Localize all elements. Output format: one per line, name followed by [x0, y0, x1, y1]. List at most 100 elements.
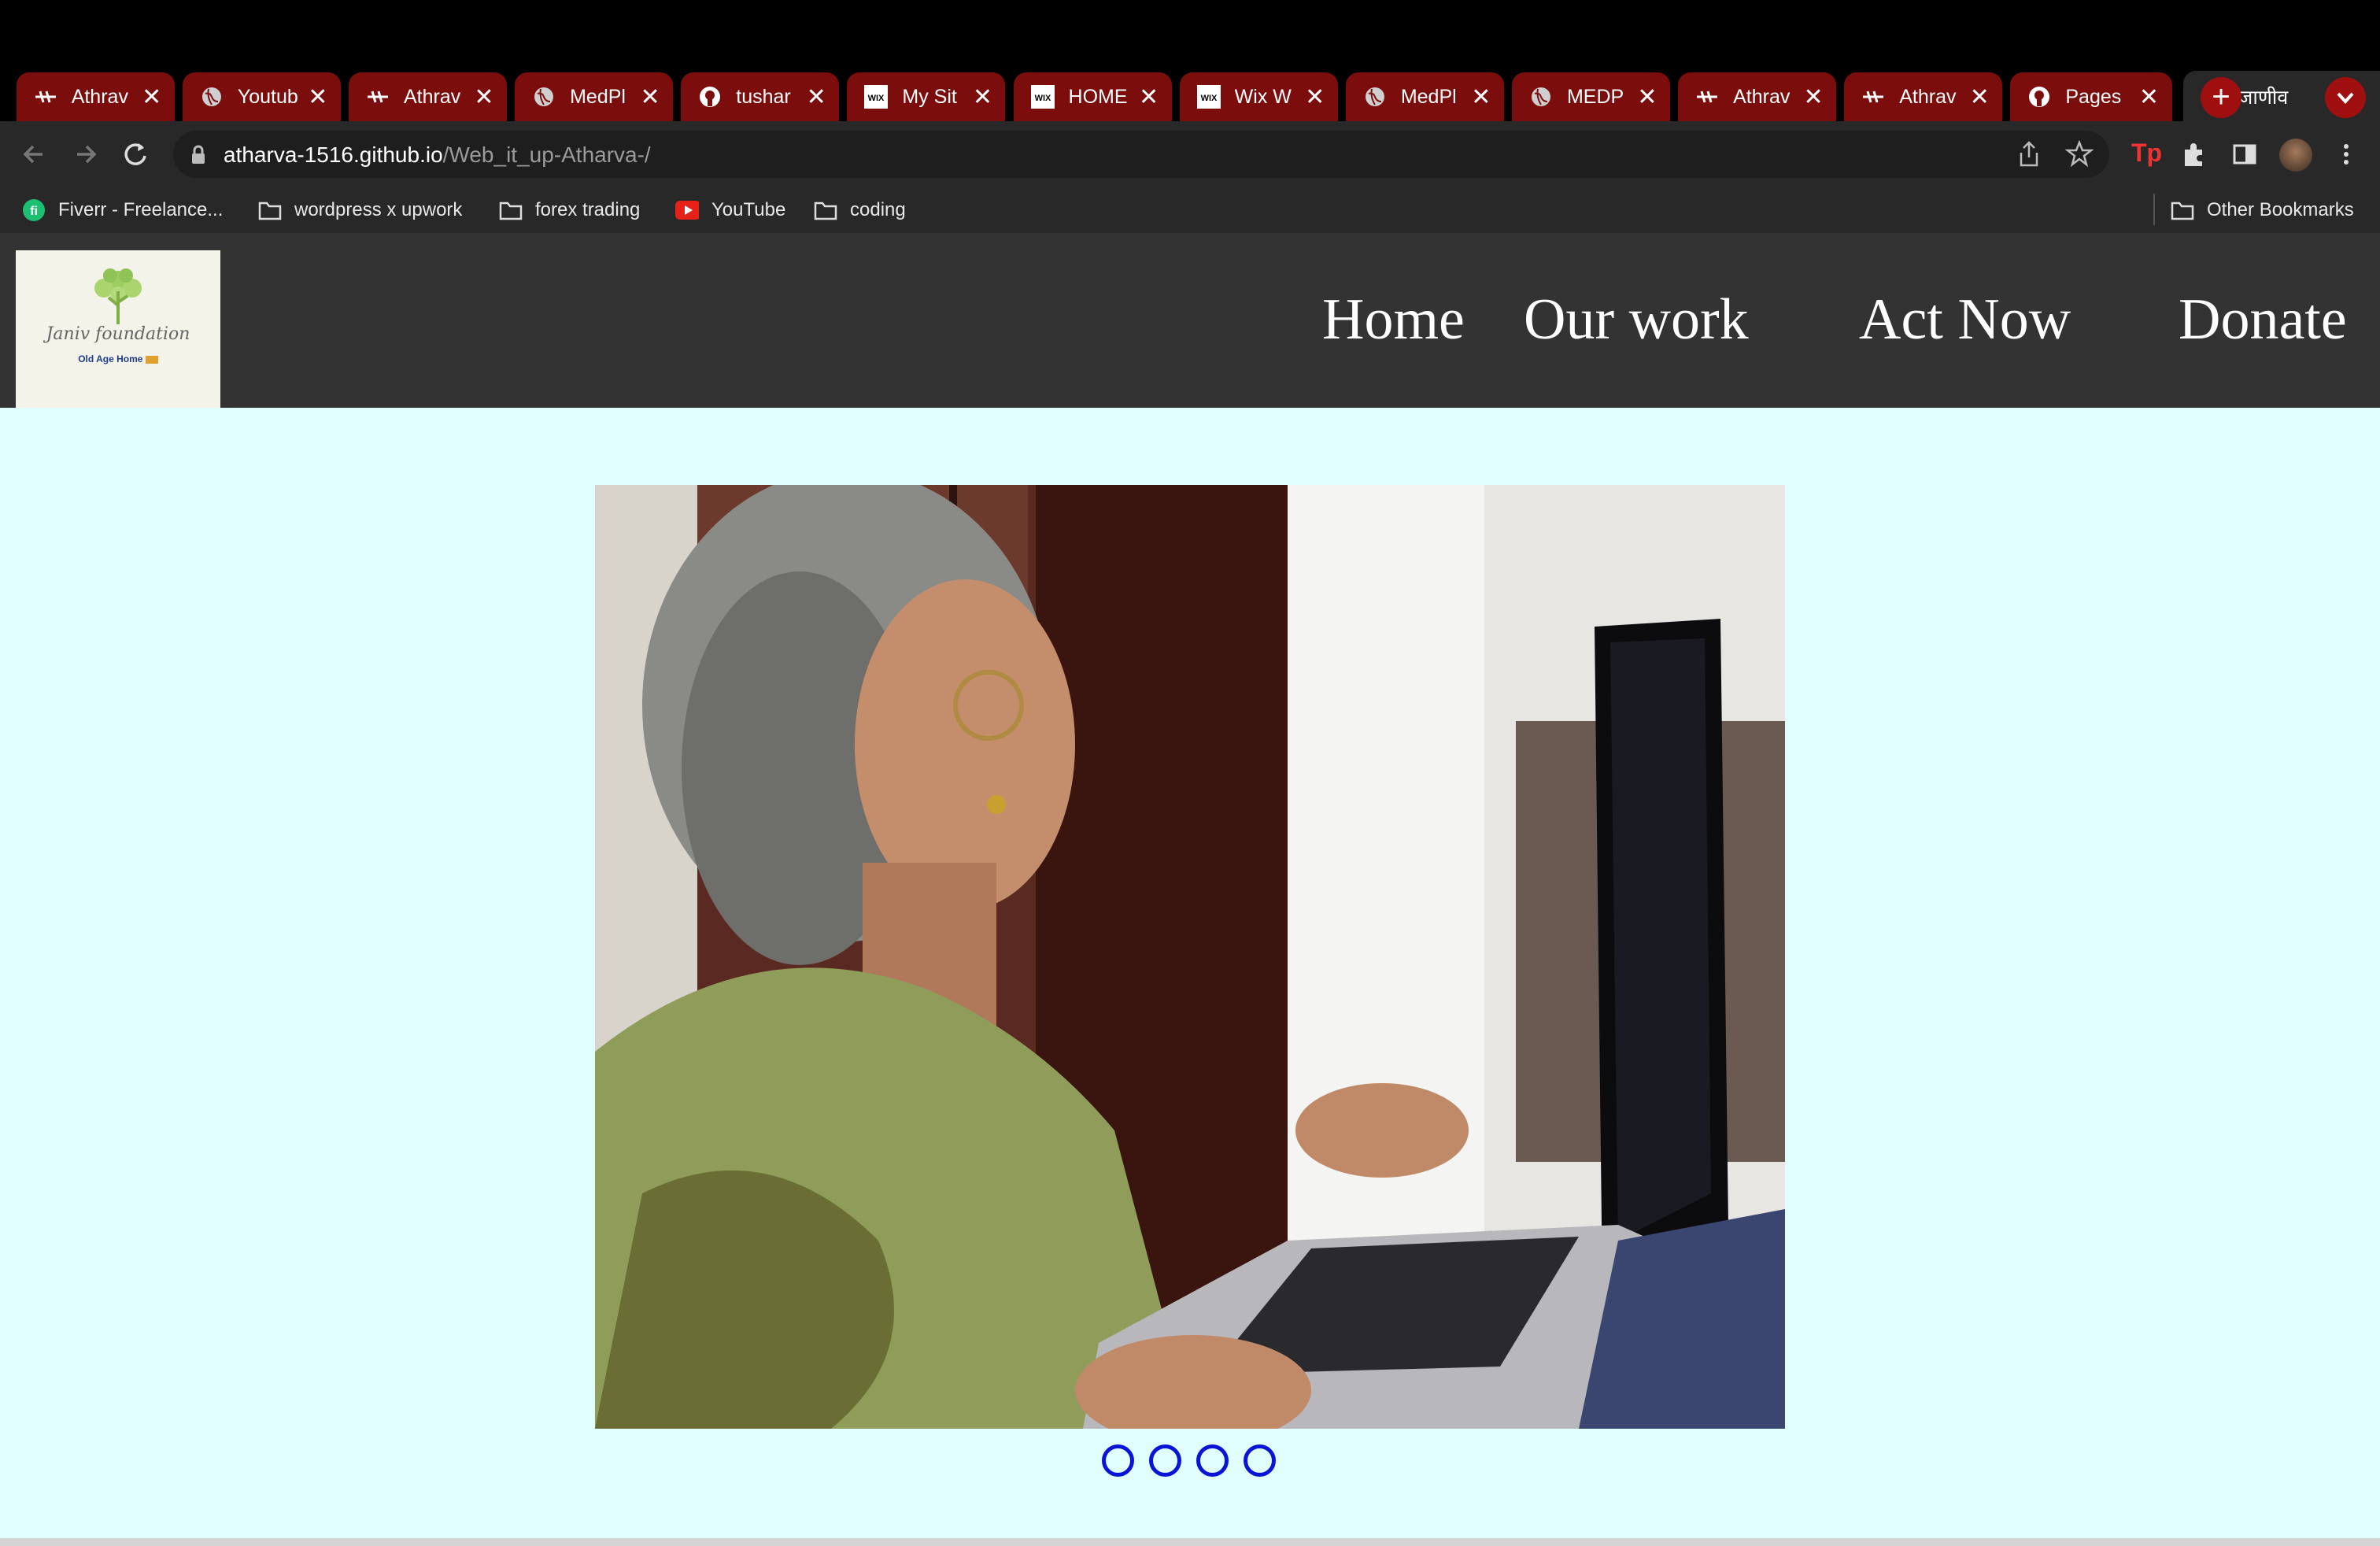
slideshow-image	[595, 485, 1785, 1429]
close-icon[interactable]: ✕	[970, 83, 994, 111]
side-panel-icon[interactable]	[2230, 140, 2259, 168]
tab-title: Athrav	[1899, 85, 1957, 108]
globe-icon	[1529, 85, 1553, 109]
tab-0[interactable]: Athrav ✕	[16, 72, 175, 121]
bookmark-label: wordpress x upwork	[294, 199, 463, 220]
bookmark-0[interactable]: fi Fiverr - Freelance...	[22, 197, 223, 224]
tab-10[interactable]: Athrav ✕	[1678, 72, 1837, 121]
tab-1[interactable]: Youtub ✕	[182, 72, 341, 121]
fiverr-icon: fi	[22, 198, 46, 222]
wix-icon: WIX	[864, 85, 889, 109]
globe-icon	[1363, 85, 1387, 109]
tab-title: Athrav	[71, 85, 128, 108]
site-logo[interactable]: Janiv foundation Old Age Home	[16, 250, 220, 408]
close-icon[interactable]: ✕	[1802, 83, 1825, 111]
athrav-icon	[1695, 85, 1719, 109]
close-icon[interactable]: ✕	[1137, 83, 1161, 111]
athrav-icon	[1861, 85, 1885, 109]
tab-title: Pages	[2065, 85, 2122, 108]
tab-2[interactable]: Athrav ✕	[348, 72, 507, 121]
close-icon[interactable]: ✕	[804, 83, 828, 111]
page-bottom-edge	[0, 1538, 2380, 1546]
tab-title: Wix W	[1234, 85, 1292, 108]
tab-title: MedPl	[1400, 85, 1457, 108]
close-icon[interactable]: ✕	[140, 83, 164, 111]
close-icon[interactable]: ✕	[1303, 83, 1327, 111]
slider-dot[interactable]	[1196, 1444, 1229, 1477]
tab-search-button[interactable]	[2325, 77, 2366, 118]
close-icon[interactable]: ✕	[638, 83, 662, 111]
tab-title: Youtub	[237, 85, 298, 108]
close-icon[interactable]: ✕	[472, 83, 496, 111]
tab-11[interactable]: Athrav ✕	[1844, 72, 2003, 121]
close-icon[interactable]: ✕	[1635, 83, 1659, 111]
close-icon[interactable]: ✕	[306, 83, 330, 111]
nav-link-home[interactable]: Home	[1322, 287, 1465, 353]
bookmark-1[interactable]: wordpress x upwork	[258, 197, 462, 224]
tab-title: Athrav	[1733, 85, 1791, 108]
tab-title: Athrav	[403, 85, 461, 108]
wix-icon: WIX	[1030, 85, 1055, 109]
slider-dot[interactable]	[1244, 1444, 1276, 1477]
nav-link-donate[interactable]: Donate	[2179, 287, 2347, 353]
tab-4[interactable]: tushar ✕	[681, 72, 840, 121]
bookmark-label: coding	[850, 199, 906, 220]
tab-5[interactable]: WIX My Sit ✕	[847, 72, 1006, 121]
star-icon[interactable]	[2065, 140, 2094, 168]
tab-3[interactable]: MedPl ✕	[515, 72, 674, 121]
woman-with-laptop-photo	[595, 485, 1785, 1429]
close-icon[interactable]: ✕	[1968, 83, 1991, 111]
logo-name: Janiv foundation	[46, 324, 190, 344]
logo-subtitle: Old Age Home	[16, 353, 220, 364]
tab-title: MEDP	[1566, 85, 1624, 108]
close-icon[interactable]: ✕	[2375, 83, 2380, 111]
other-bookmarks[interactable]: Other Bookmarks	[2171, 197, 2354, 224]
folder-icon	[814, 198, 837, 222]
folder-icon	[258, 198, 282, 222]
close-icon[interactable]: ✕	[2138, 83, 2161, 111]
tp-extension-icon[interactable]: Tp	[2131, 139, 2162, 168]
back-arrow-icon[interactable]	[17, 137, 52, 172]
svg-text:WIX: WIX	[1034, 94, 1051, 103]
bookmark-label: forex trading	[535, 199, 641, 220]
slider-dot[interactable]	[1102, 1444, 1134, 1477]
tab-9[interactable]: MEDP ✕	[1511, 72, 1670, 121]
globe-icon	[200, 85, 224, 109]
bookmark-2[interactable]: forex trading	[499, 197, 640, 224]
nav-link-act-now[interactable]: Act Now	[1859, 287, 2071, 353]
youtube-icon	[675, 198, 699, 222]
other-bookmarks-label: Other Bookmarks	[2207, 199, 2354, 220]
reload-icon[interactable]	[118, 137, 153, 172]
athrav-icon	[366, 85, 390, 109]
profile-avatar[interactable]	[2279, 139, 2312, 172]
tab-12[interactable]: Pages ✕	[2010, 72, 2172, 121]
tab-title: tushar	[736, 85, 791, 108]
bookmark-3[interactable]: YouTube	[675, 197, 785, 224]
tab-6[interactable]: WIX HOME ✕	[1013, 72, 1172, 121]
svg-text:WIX: WIX	[1200, 94, 1217, 103]
bookmark-4[interactable]: coding	[814, 197, 906, 224]
github-icon	[698, 85, 722, 109]
tab-title: HOME	[1068, 85, 1128, 108]
tab-8[interactable]: MedPl ✕	[1345, 72, 1504, 121]
house-icon	[145, 355, 158, 364]
tab-7[interactable]: WIX Wix W ✕	[1179, 72, 1338, 121]
svg-text:fi: fi	[30, 205, 38, 218]
tab-title: My Sit	[902, 85, 957, 108]
kebab-menu-icon[interactable]	[2334, 140, 2358, 168]
bookmark-label: Fiverr - Freelance...	[58, 199, 224, 220]
slider-dot[interactable]	[1149, 1444, 1181, 1477]
bookmarks-divider	[2153, 194, 2155, 225]
nav-link-our-work[interactable]: Our work	[1524, 287, 1749, 353]
globe-icon	[532, 85, 556, 109]
puzzle-icon[interactable]	[2180, 140, 2208, 168]
chevron-down-icon	[2337, 92, 2354, 104]
url-text: atharva-1516.github.io/Web_it_up-Atharva…	[224, 142, 651, 167]
close-icon[interactable]: ✕	[1469, 83, 1493, 111]
share-icon[interactable]	[2016, 140, 2042, 168]
new-tab-button[interactable]: +	[2201, 77, 2241, 118]
bookmark-label: YouTube	[711, 199, 786, 220]
forward-arrow-icon[interactable]	[68, 137, 102, 172]
folder-icon	[2171, 198, 2194, 222]
wix-icon: WIX	[1196, 85, 1221, 109]
